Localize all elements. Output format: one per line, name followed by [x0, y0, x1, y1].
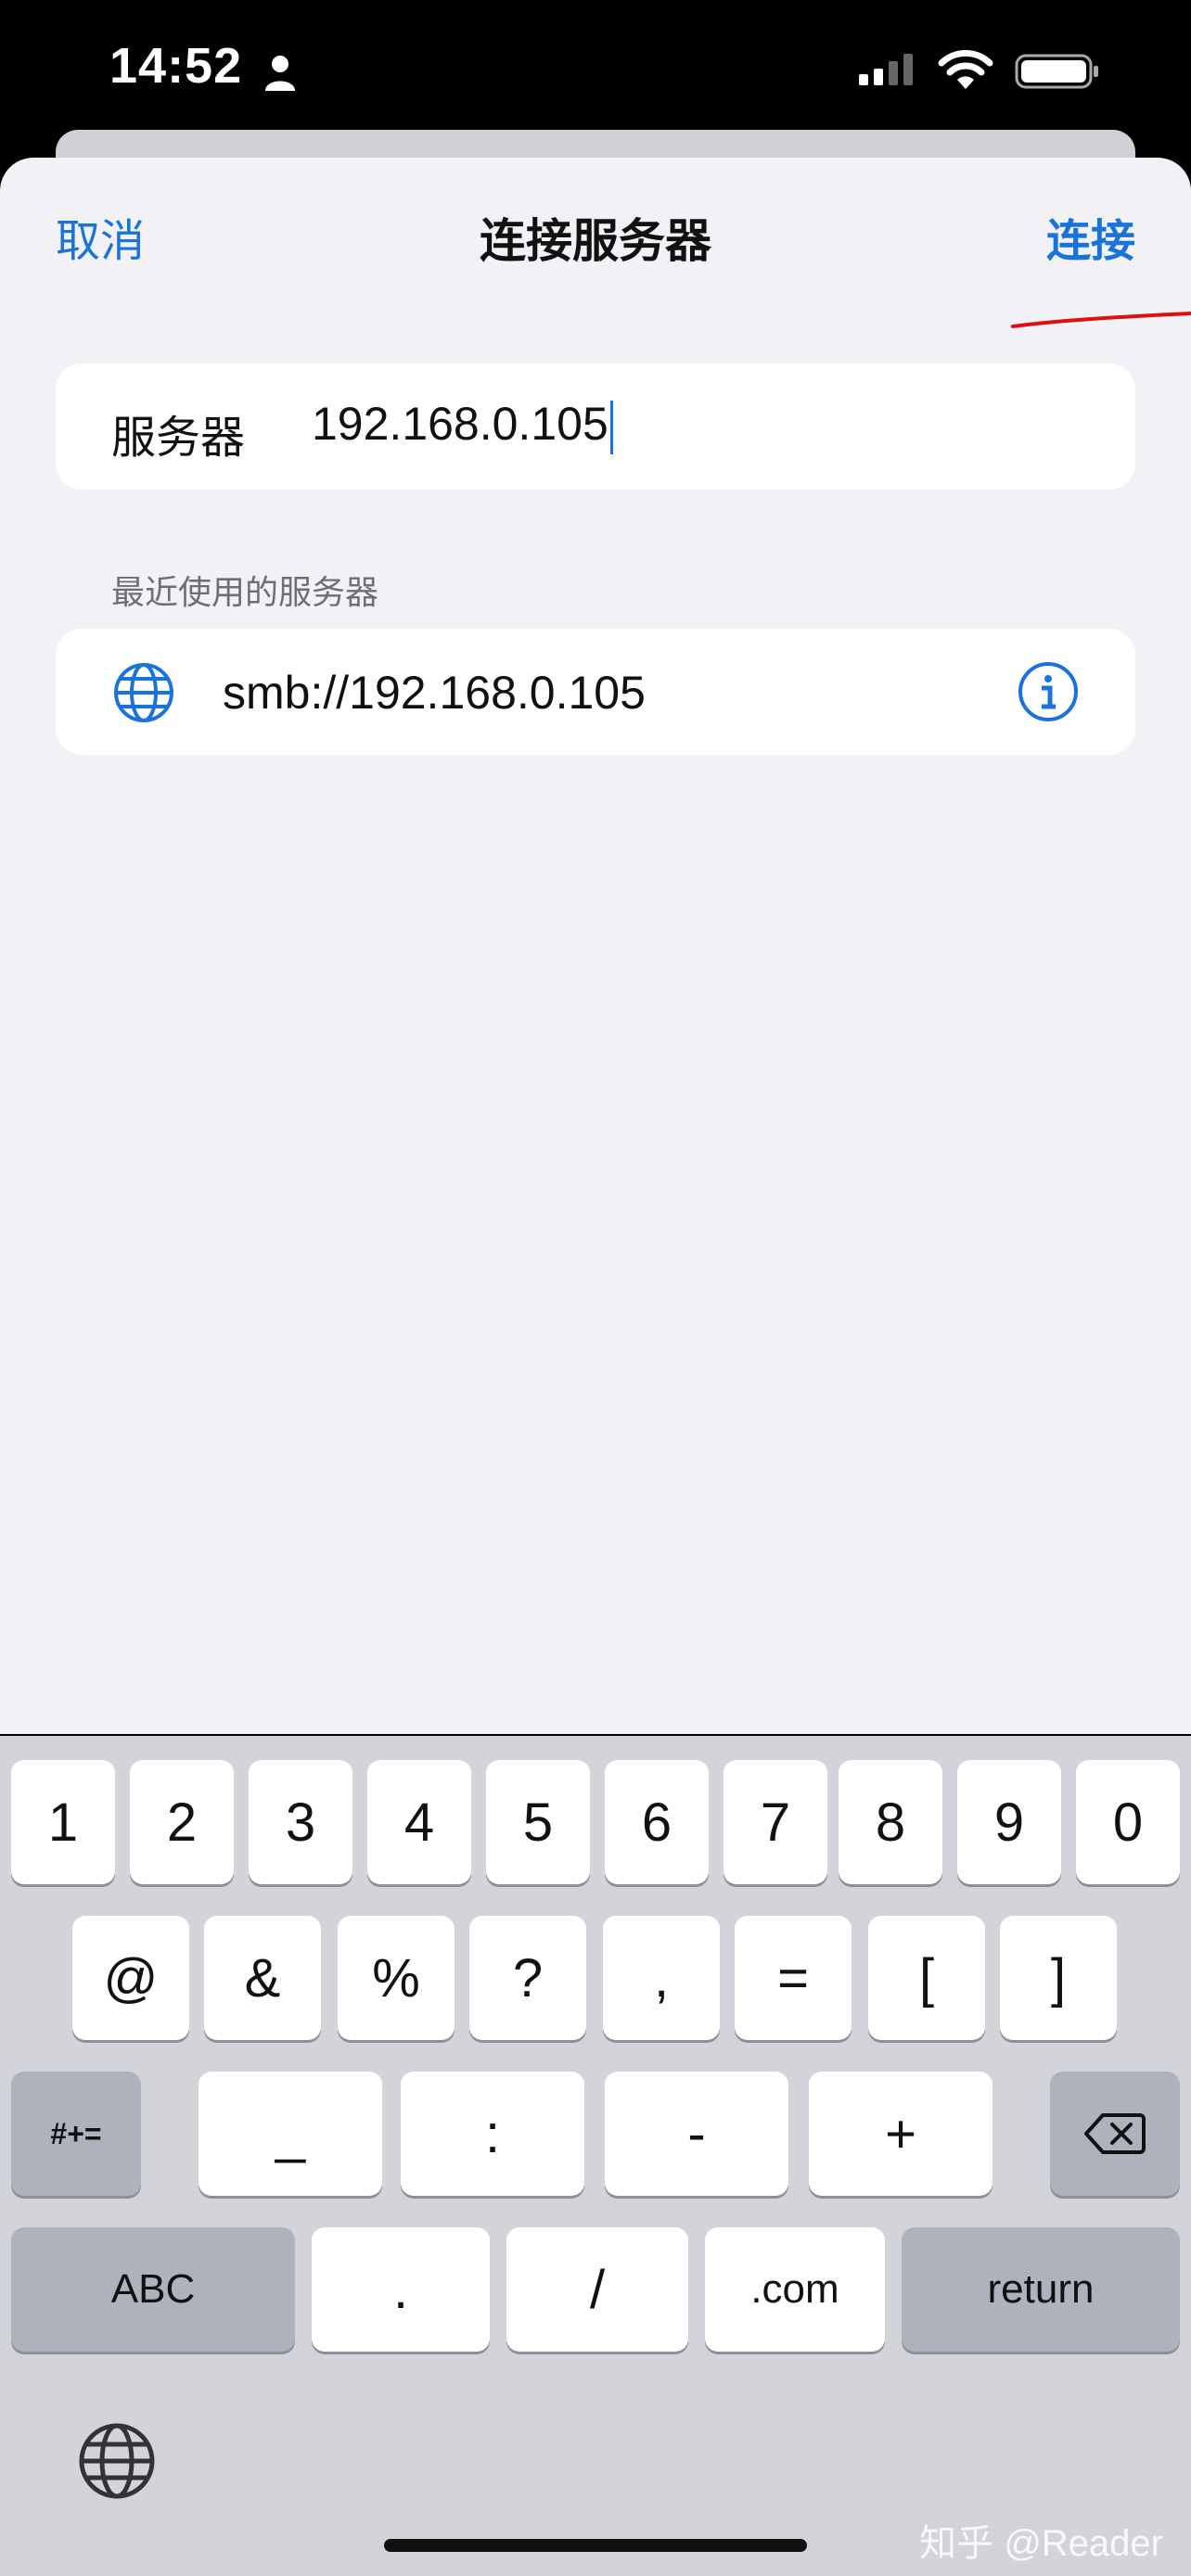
recent-servers-header: 最近使用的服务器 [111, 573, 379, 611]
key-6[interactable]: 6 [605, 1760, 709, 1884]
key-right-bracket[interactable]: ] [1000, 1916, 1117, 2040]
server-address-input[interactable]: 192.168.0.105 [312, 397, 613, 454]
globe-icon [114, 663, 173, 722]
text-caret [609, 400, 613, 454]
battery-icon [1015, 54, 1098, 89]
home-indicator [384, 2539, 807, 2552]
server-address-value: 192.168.0.105 [312, 398, 608, 450]
key-5[interactable]: 5 [486, 1760, 590, 1884]
key-comma[interactable]: , [603, 1916, 720, 2040]
key-slash[interactable]: / [506, 2227, 688, 2352]
key-colon[interactable]: : [401, 2072, 584, 2196]
keyboard-globe-icon[interactable] [78, 2422, 156, 2500]
key-period[interactable]: . [312, 2227, 490, 2352]
delete-key[interactable] [1050, 2072, 1180, 2196]
connect-button[interactable]: 连接 [1046, 204, 1135, 269]
status-bar: 14:52 [0, 0, 1191, 148]
recent-server-address: smb://192.168.0.105 [223, 667, 646, 719]
key-abc[interactable]: ABC [11, 2227, 295, 2352]
red-underline-annotation [1011, 312, 1191, 328]
key-percent[interactable]: % [338, 1916, 455, 2040]
delete-backspace-icon [1084, 2113, 1146, 2154]
cellular-signal-icon [859, 54, 913, 85]
status-time: 14:52 [109, 38, 243, 94]
key-4[interactable]: 4 [367, 1760, 471, 1884]
key-0[interactable]: 0 [1076, 1760, 1180, 1884]
return-key[interactable]: return [902, 2227, 1180, 2352]
key-hyphen[interactable]: - [605, 2072, 788, 2196]
info-icon[interactable] [1017, 660, 1080, 723]
key-9[interactable]: 9 [957, 1760, 1061, 1884]
recent-server-item[interactable]: smb://192.168.0.105 [56, 629, 1135, 755]
page-title: 连接服务器 [480, 215, 711, 267]
server-field[interactable]: 服务器 192.168.0.105 [56, 363, 1135, 490]
watermark: 知乎 @Reader [919, 2523, 1163, 2564]
key-7[interactable]: 7 [724, 1760, 827, 1884]
key-8[interactable]: 8 [839, 1760, 942, 1884]
server-label: 服务器 [111, 414, 246, 463]
key-underscore[interactable]: _ [198, 2072, 382, 2196]
key-ampersand[interactable]: & [204, 1916, 321, 2040]
key-question[interactable]: ? [469, 1916, 586, 2040]
key-dot-com[interactable]: .com [705, 2227, 885, 2352]
key-3[interactable]: 3 [249, 1760, 352, 1884]
key-plus[interactable]: + [809, 2072, 992, 2196]
key-symbols[interactable]: #+= [11, 2072, 141, 2196]
wifi-icon [938, 49, 993, 89]
key-1[interactable]: 1 [11, 1760, 115, 1884]
key-left-bracket[interactable]: [ [868, 1916, 985, 2040]
keyboard: 1 2 3 4 5 6 7 8 9 0 @ & % ? , = [ ] #+= … [0, 1736, 1191, 2576]
connect-server-sheet: 取消 连接服务器 连接 服务器 192.168.0.105 最近使用的服务器 s… [0, 158, 1191, 1734]
key-equals[interactable]: = [735, 1916, 852, 2040]
key-at[interactable]: @ [72, 1916, 189, 2040]
key-2[interactable]: 2 [130, 1760, 234, 1884]
person-icon [265, 56, 295, 91]
